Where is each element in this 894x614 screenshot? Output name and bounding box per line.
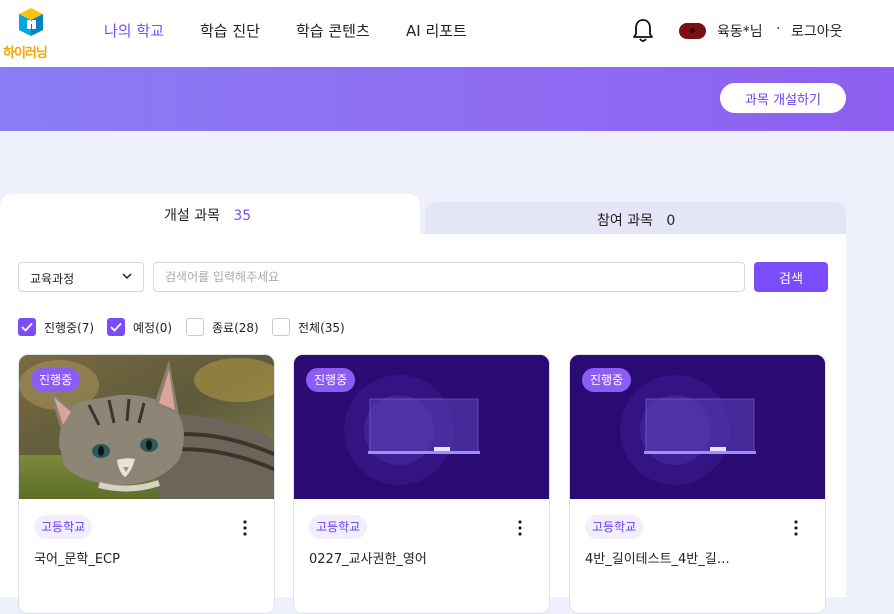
course-title[interactable]: 4반_길이테스트_4반_길… bbox=[585, 548, 795, 567]
tab-opened-count: 35 bbox=[233, 208, 252, 224]
checkbox-all-label[interactable]: 전체(35) bbox=[298, 319, 345, 336]
status-badge: 진행중 bbox=[582, 368, 632, 392]
tab-joined-count: 0 bbox=[666, 213, 676, 229]
status-badge: 진행중 bbox=[306, 368, 356, 392]
course-card[interactable]: 진행중 고등학교 4반_길이테스트_4반_길… bbox=[569, 354, 826, 614]
bell-icon[interactable] bbox=[631, 18, 655, 44]
checkbox-in-progress[interactable] bbox=[18, 318, 36, 336]
checkbox-all[interactable] bbox=[272, 318, 290, 336]
logout-link[interactable]: 로그아웃 bbox=[791, 21, 843, 41]
checkbox-ended[interactable] bbox=[186, 318, 204, 336]
check-icon bbox=[110, 322, 122, 332]
checkbox-in-progress-label[interactable]: 진행중(7) bbox=[44, 319, 94, 336]
open-course-button[interactable]: 과목 개설하기 bbox=[720, 83, 846, 113]
school-level-badge: 고등학교 bbox=[34, 515, 93, 539]
nav-learning-content[interactable]: 학습 콘텐츠 bbox=[296, 20, 370, 41]
curriculum-select-value: 교육과정 bbox=[30, 272, 75, 286]
checkbox-scheduled[interactable] bbox=[107, 318, 125, 336]
search-input[interactable] bbox=[153, 262, 745, 292]
nav-ai-report[interactable]: AI 리포트 bbox=[406, 20, 467, 41]
checkbox-scheduled-label[interactable]: 예정(0) bbox=[133, 319, 172, 336]
course-title[interactable]: 국어_문학_ECP bbox=[34, 548, 244, 567]
more-vertical-icon[interactable] bbox=[510, 518, 530, 538]
course-card[interactable]: 진행중 고등학교 0227_교사권한_영어 bbox=[293, 354, 550, 614]
tab-opened-label-text: 개설 과목 bbox=[164, 208, 220, 224]
top-header: 하이러닝 나의 학교 학습 진단 학습 콘텐츠 AI 리포트 육동*님 · 로그… bbox=[0, 0, 894, 67]
nav-my-school[interactable]: 나의 학교 bbox=[104, 20, 164, 41]
more-vertical-icon[interactable] bbox=[786, 518, 806, 538]
check-icon bbox=[21, 322, 33, 332]
status-badge: 진행중 bbox=[31, 368, 81, 392]
logo-cube-icon bbox=[19, 8, 43, 36]
logo-text: 하이러닝 bbox=[3, 46, 48, 61]
tab-joined-courses-label: 참여 과목 0 bbox=[597, 210, 675, 230]
user-avatar[interactable] bbox=[679, 23, 706, 39]
nav-learning-diagnosis[interactable]: 학습 진단 bbox=[200, 20, 260, 41]
tab-joined-label-text: 참여 과목 bbox=[597, 213, 653, 229]
tab-opened-courses-label: 개설 과목 35 bbox=[164, 205, 251, 225]
course-card[interactable]: 진행중 고등학교 국어_문학_ECP bbox=[18, 354, 275, 614]
tab-joined-courses[interactable]: 참여 과목 0 bbox=[425, 202, 846, 235]
separator-dot: · bbox=[776, 21, 781, 37]
curriculum-select[interactable]: 교육과정 bbox=[18, 262, 144, 292]
more-vertical-icon[interactable] bbox=[235, 518, 255, 538]
search-button[interactable]: 검색 bbox=[754, 262, 828, 292]
chevron-down-icon bbox=[122, 273, 132, 280]
school-level-badge: 고등학교 bbox=[585, 515, 644, 539]
course-title[interactable]: 0227_교사권한_영어 bbox=[309, 548, 519, 567]
school-level-badge: 고등학교 bbox=[309, 515, 368, 539]
checkbox-ended-label[interactable]: 종료(28) bbox=[212, 319, 259, 336]
user-name: 육동*님 bbox=[717, 24, 763, 40]
tab-opened-courses[interactable]: 개설 과목 35 bbox=[0, 194, 420, 235]
hilearning-logo[interactable]: 하이러닝 bbox=[3, 6, 59, 61]
